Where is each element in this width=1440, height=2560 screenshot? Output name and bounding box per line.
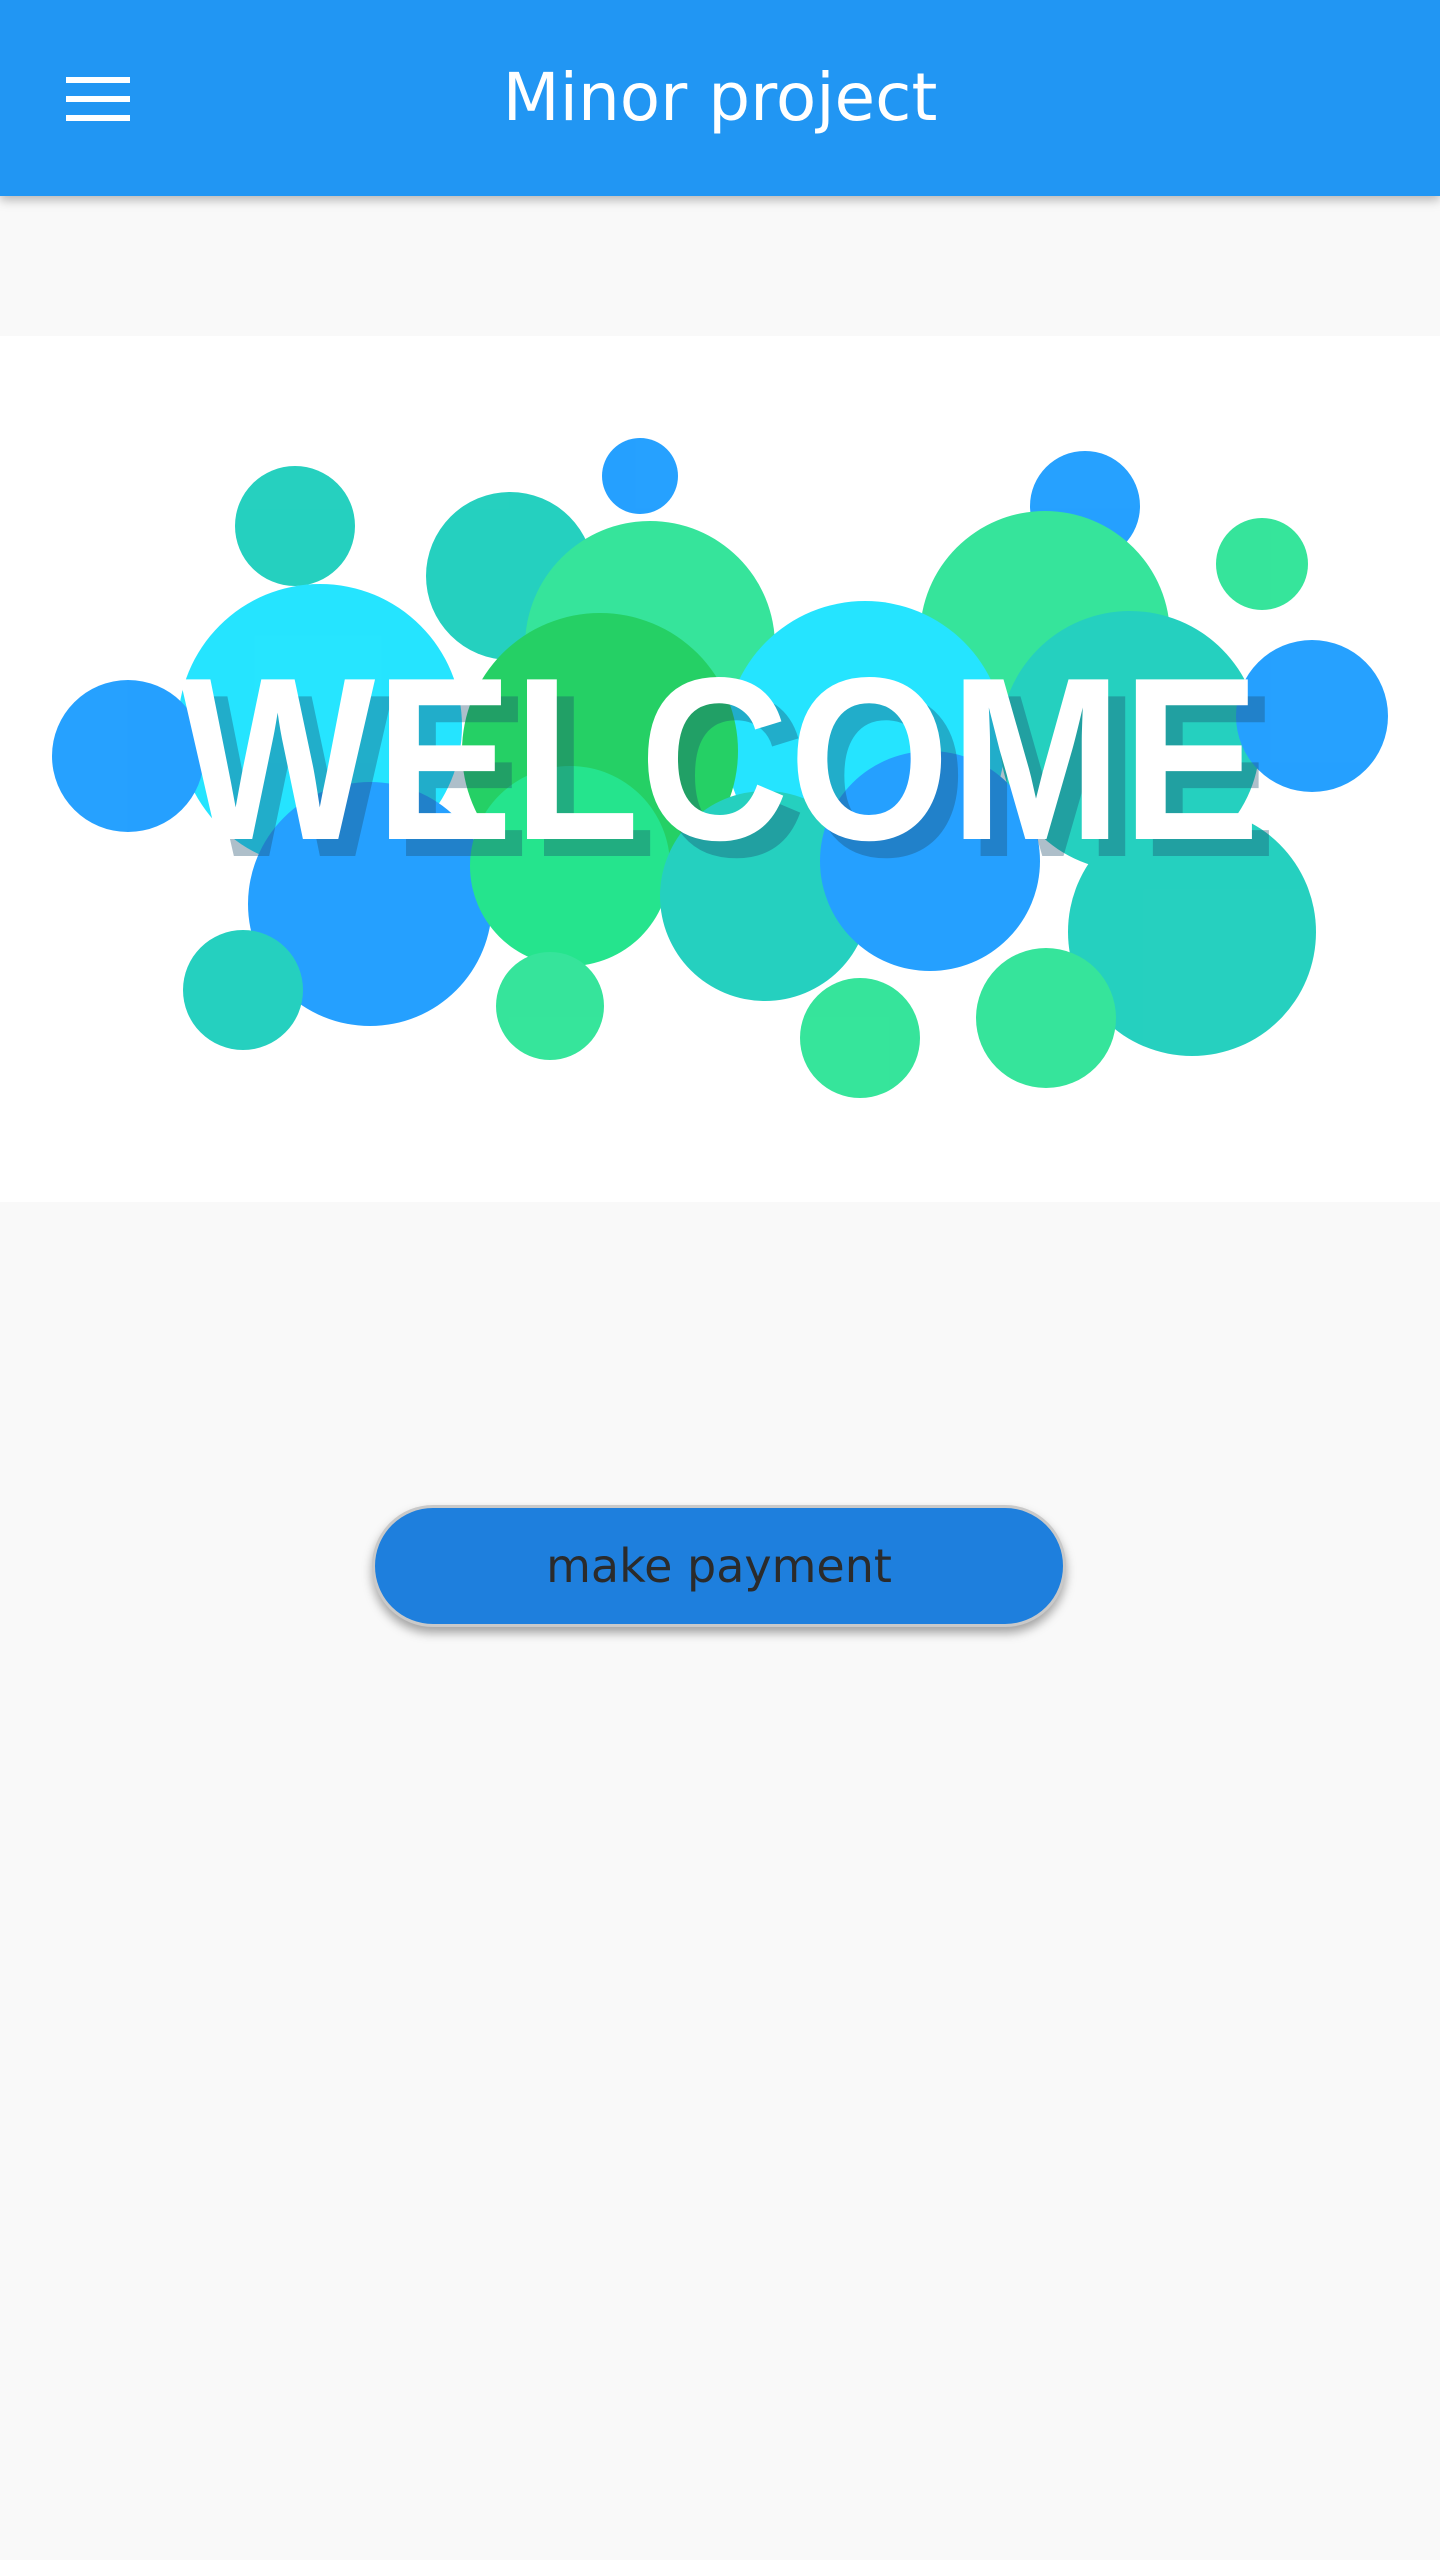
menu-button[interactable] <box>46 56 150 142</box>
welcome-image: WELCOME WELCOME <box>52 438 1388 1098</box>
menu-icon <box>66 77 130 121</box>
welcome-banner: WELCOME WELCOME <box>0 336 1440 1202</box>
make-payment-button[interactable]: make payment <box>372 1505 1066 1627</box>
app-bar: Minor project <box>0 0 1440 196</box>
app-title: Minor project <box>502 59 938 136</box>
welcome-text: WELCOME <box>180 630 1260 889</box>
